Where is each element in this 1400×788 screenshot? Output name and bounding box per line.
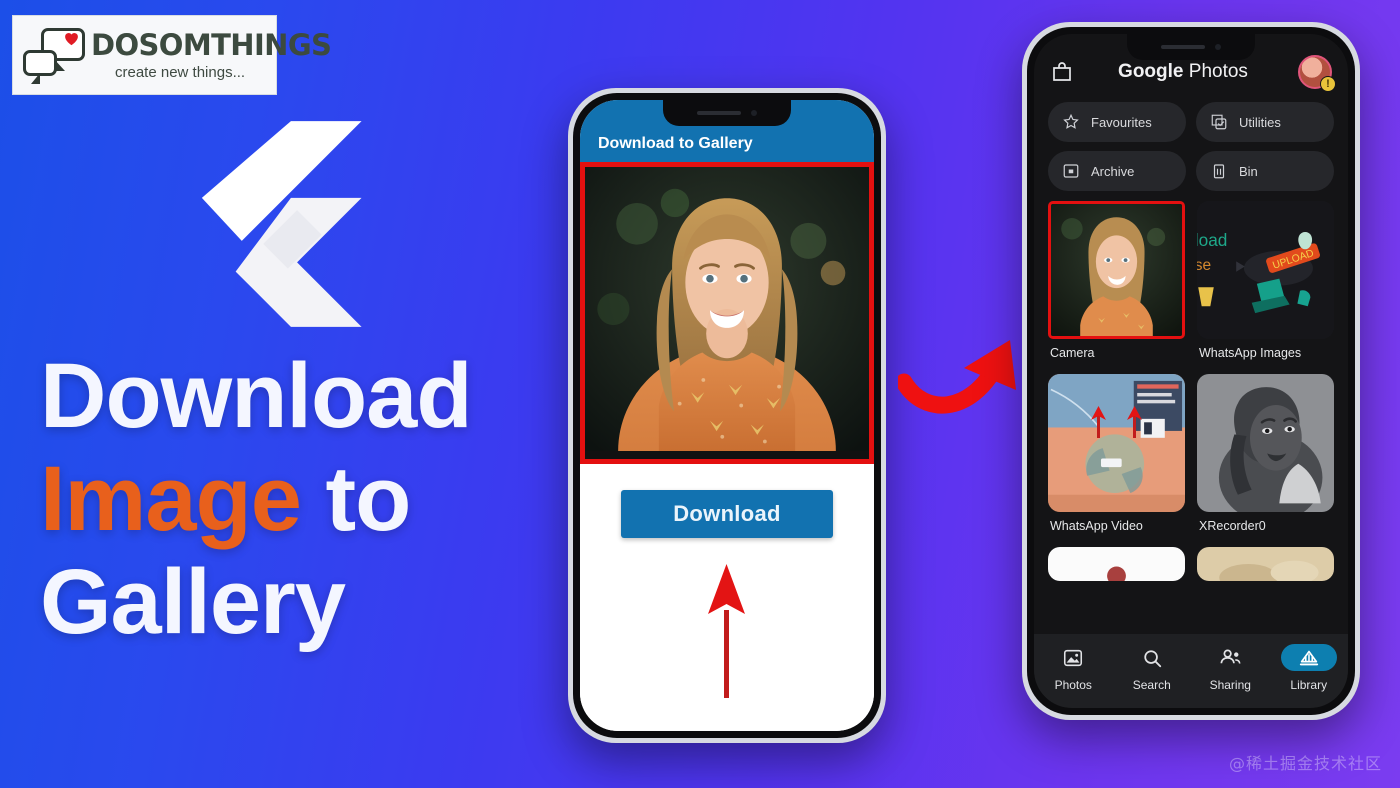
headline-line-3: Gallery [40, 551, 346, 654]
album-label: WhatsApp Video [1050, 519, 1143, 533]
image-preview-frame [580, 162, 874, 464]
page-title: Download Image to Gallery [40, 345, 580, 654]
nav-label: Photos [1054, 678, 1092, 692]
app-title-light: Photos [1183, 61, 1248, 82]
album-thumbnail [1048, 201, 1185, 339]
nav-label: Sharing [1209, 678, 1251, 692]
album-thumbnail [1197, 547, 1334, 581]
preview-image [585, 167, 869, 451]
search-icon [1124, 644, 1180, 671]
front-camera-icon [751, 110, 757, 116]
thumbnail-image [1048, 547, 1185, 581]
shopping-bag-icon[interactable] [1050, 60, 1074, 84]
speaker-grille [697, 111, 741, 115]
thumbnail-image: load se UPLOAD [1197, 201, 1334, 339]
chip-label: Archive [1091, 163, 1135, 179]
app-title: Google Photos [1076, 61, 1290, 83]
left-phone-mockup: Download to Gallery Download [568, 88, 886, 743]
nav-label: Library [1290, 678, 1328, 692]
status-badge: ! [1320, 76, 1336, 92]
utilities-checkbox-icon [1211, 114, 1227, 130]
chip-favourites[interactable]: Favourites [1048, 102, 1186, 142]
photos-icon [1045, 644, 1101, 671]
album-grid: Camera load se UPLOAD [1034, 191, 1348, 581]
brand-logo: DOSOMTHINGS create new things... [12, 15, 332, 95]
album-label: Camera [1050, 346, 1095, 360]
album-thumbnail [1048, 374, 1185, 512]
speaker-grille [1161, 45, 1205, 49]
action-area: Download [580, 464, 874, 731]
bottom-navigation: Photos Search Sharing Library [1034, 634, 1348, 708]
album-thumbnail [1048, 547, 1185, 581]
headline-line-2: Image to [40, 448, 580, 551]
logo-title: DOSOMTHINGS [91, 27, 332, 62]
curved-arrow-icon [898, 340, 1016, 414]
flutter-logo-icon [201, 121, 362, 327]
phone-notch [663, 100, 791, 126]
double-up-arrow-icon [1091, 406, 1142, 438]
thumbnail-image [1197, 374, 1334, 512]
app-title-bold: Google [1118, 61, 1184, 82]
headline-line-1: Download [40, 345, 473, 447]
google-photos-screen: Google Photos ! Favourites Utilities Arc… [1034, 34, 1348, 708]
svg-text:se: se [1197, 257, 1211, 274]
album-thumbnail: load se UPLOAD [1197, 201, 1334, 339]
chip-archive[interactable]: Archive [1048, 151, 1186, 191]
album-label: WhatsApp Images [1199, 346, 1302, 360]
star-icon [1063, 113, 1079, 129]
album-partial-2[interactable] [1197, 547, 1334, 581]
chip-label: Favourites [1091, 114, 1152, 130]
heart-icon [65, 33, 78, 46]
nav-item-library[interactable]: Library [1270, 644, 1349, 692]
nav-item-sharing[interactable]: Sharing [1191, 644, 1270, 692]
avatar[interactable]: ! [1298, 55, 1336, 92]
album-xrecorder[interactable]: XRecorder0 [1197, 374, 1334, 543]
chip-label: Bin [1239, 163, 1258, 179]
headline-word-to: to [300, 448, 411, 551]
nav-label: Search [1132, 678, 1171, 692]
app-screen: Download to Gallery Download [580, 100, 874, 731]
album-thumbnail [1197, 374, 1334, 512]
album-whatsapp-video[interactable]: WhatsApp Video [1048, 374, 1185, 543]
album-label: XRecorder0 [1199, 519, 1266, 533]
phone-notch [1127, 34, 1255, 60]
album-partial-1[interactable] [1048, 547, 1185, 581]
thumbnail-image [1048, 374, 1185, 512]
app-bar-title: Download to Gallery [598, 135, 753, 152]
sharing-icon [1202, 644, 1258, 671]
headline-word-image: Image [40, 448, 302, 551]
logo-tagline: create new things... [115, 63, 246, 81]
download-button[interactable]: Download [621, 490, 833, 538]
chip-label: Utilities [1239, 114, 1281, 130]
chip-utilities[interactable]: Utilities [1196, 102, 1334, 142]
up-arrow-icon [708, 564, 745, 698]
thumbnail-image [1051, 204, 1182, 336]
right-phone-mockup: Google Photos ! Favourites Utilities Arc… [1022, 22, 1360, 720]
library-icon [1280, 644, 1337, 671]
nav-item-search[interactable]: Search [1113, 644, 1192, 692]
nav-item-photos[interactable]: Photos [1034, 644, 1113, 692]
svg-text:load: load [1197, 230, 1227, 250]
front-camera-icon [1215, 44, 1221, 50]
album-camera[interactable]: Camera [1048, 201, 1185, 370]
archive-box-icon [1063, 164, 1079, 178]
speech-bubbles-icon [23, 26, 85, 84]
thumbnail-image [1197, 547, 1334, 581]
chip-bin[interactable]: Bin [1196, 151, 1334, 191]
watermark: @稀土掘金技术社区 [1228, 754, 1382, 773]
album-whatsapp-images[interactable]: load se UPLOAD [1197, 201, 1334, 370]
trash-bin-icon [1213, 164, 1225, 179]
library-chips: Favourites Utilities Archive Bin [1034, 96, 1348, 191]
